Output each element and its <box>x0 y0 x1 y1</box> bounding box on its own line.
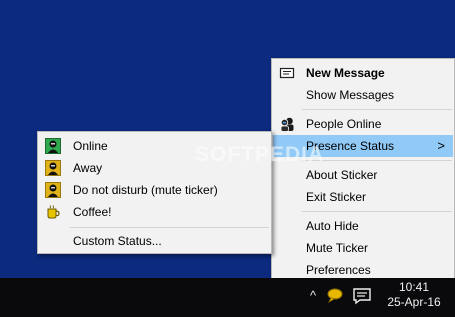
menu-separator <box>302 211 452 212</box>
sticker-tray-icon[interactable] <box>326 286 346 304</box>
status-item-online[interactable]: Online <box>39 135 270 157</box>
dnd-status-icon <box>45 182 61 198</box>
status-item-label: Online <box>73 139 108 153</box>
menu-item-new-message[interactable]: New Message <box>273 62 453 84</box>
coffee-icon <box>47 205 60 219</box>
menu-item-people-online[interactable]: People Online <box>273 113 453 135</box>
taskbar-clock[interactable]: 10:41 25-Apr-16 <box>384 280 444 310</box>
taskbar: ^ 10:41 25-Apr-16 <box>0 278 455 317</box>
submenu-arrow-icon: > <box>437 138 445 153</box>
clock-time: 10:41 <box>398 280 430 294</box>
status-item-do-not-disturb[interactable]: Do not disturb (mute ticker) <box>39 179 270 201</box>
menu-item-label: Show Messages <box>306 88 395 102</box>
message-icon <box>279 67 295 79</box>
status-item-label: Away <box>73 161 103 175</box>
away-status-icon <box>45 160 61 176</box>
menu-separator <box>70 227 269 228</box>
people-icon <box>280 117 294 132</box>
menu-separator <box>302 109 452 110</box>
status-item-custom[interactable]: Custom Status... <box>39 230 270 252</box>
menu-item-show-messages[interactable]: Show Messages <box>273 84 453 106</box>
menu-item-about-sticker[interactable]: About Sticker <box>273 164 453 186</box>
menu-separator <box>302 160 452 161</box>
status-item-coffee[interactable]: Coffee! <box>39 201 270 223</box>
menu-item-label: Exit Sticker <box>306 190 367 204</box>
menu-item-exit-sticker[interactable]: Exit Sticker <box>273 186 453 208</box>
show-hidden-icons-chevron-icon[interactable]: ^ <box>306 288 320 304</box>
status-item-label: Do not disturb (mute ticker) <box>73 183 218 197</box>
notification-center-icon[interactable] <box>352 287 372 305</box>
status-item-label: Custom Status... <box>73 234 162 248</box>
sticker-context-menu: New Message Show Messages People Online … <box>271 58 455 280</box>
menu-item-label: Mute Ticker <box>306 241 369 255</box>
menu-item-label: Presence Status <box>306 139 395 153</box>
online-status-icon <box>45 138 61 154</box>
menu-item-auto-hide[interactable]: Auto Hide <box>273 215 453 237</box>
menu-item-mute-ticker[interactable]: Mute Ticker <box>273 237 453 259</box>
menu-item-label: People Online <box>306 117 382 131</box>
menu-item-label: New Message <box>306 66 385 80</box>
status-item-away[interactable]: Away <box>39 157 270 179</box>
status-item-label: Coffee! <box>73 205 112 219</box>
presence-status-submenu: Online Away Do not disturb (mute ticker)… <box>37 131 272 254</box>
menu-item-label: About Sticker <box>306 168 378 182</box>
menu-item-presence-status[interactable]: Presence Status > <box>273 135 453 157</box>
clock-date: 25-Apr-16 <box>387 295 441 309</box>
menu-item-label: Auto Hide <box>306 219 359 233</box>
